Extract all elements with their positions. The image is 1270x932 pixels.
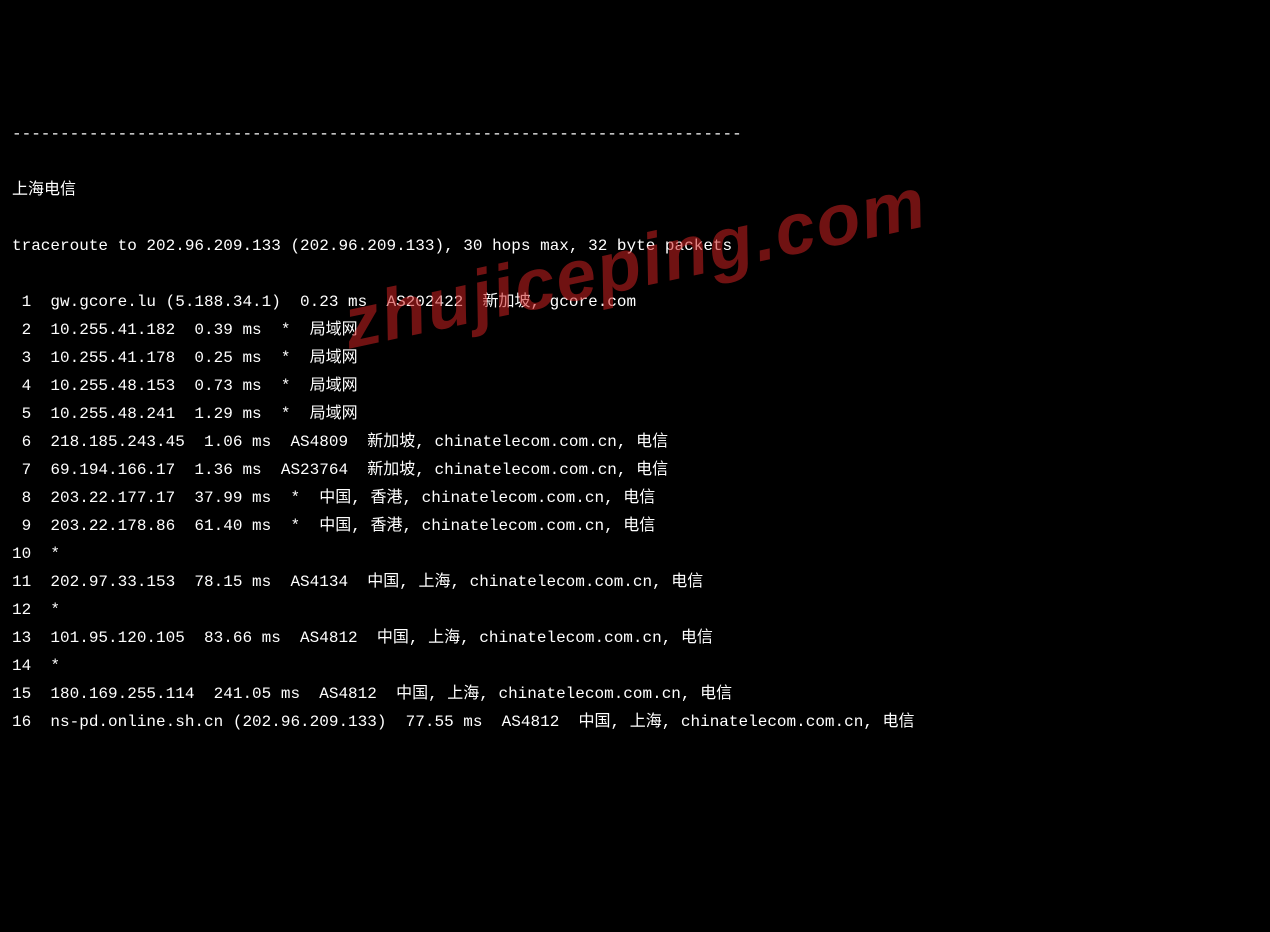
hop-number: 16 bbox=[12, 708, 31, 736]
hop-number: 6 bbox=[12, 428, 31, 456]
hop-number: 12 bbox=[12, 596, 31, 624]
hop-details: 218.185.243.45 1.06 ms AS4809 新加坡, china… bbox=[31, 433, 668, 451]
hop-details: * bbox=[31, 657, 60, 675]
hop-details: 203.22.178.86 61.40 ms * 中国, 香港, chinate… bbox=[31, 517, 655, 535]
hop-row: 14 * bbox=[12, 652, 1258, 680]
hop-details: * bbox=[31, 545, 60, 563]
hop-row: 10 * bbox=[12, 540, 1258, 568]
hop-number: 11 bbox=[12, 568, 31, 596]
divider-line: ----------------------------------------… bbox=[12, 120, 1258, 148]
hop-row: 13 101.95.120.105 83.66 ms AS4812 中国, 上海… bbox=[12, 624, 1258, 652]
hop-details: gw.gcore.lu (5.188.34.1) 0.23 ms AS20242… bbox=[31, 293, 636, 311]
hop-number: 8 bbox=[12, 484, 31, 512]
hop-details: 203.22.177.17 37.99 ms * 中国, 香港, chinate… bbox=[31, 489, 655, 507]
hop-details: 10.255.41.182 0.39 ms * 局域网 bbox=[31, 321, 357, 339]
hop-row: 9 203.22.178.86 61.40 ms * 中国, 香港, china… bbox=[12, 512, 1258, 540]
hop-details: 10.255.48.153 0.73 ms * 局域网 bbox=[31, 377, 357, 395]
hop-row: 3 10.255.41.178 0.25 ms * 局域网 bbox=[12, 344, 1258, 372]
hop-details: 180.169.255.114 241.05 ms AS4812 中国, 上海,… bbox=[31, 685, 732, 703]
hop-row: 11 202.97.33.153 78.15 ms AS4134 中国, 上海,… bbox=[12, 568, 1258, 596]
title-line: 上海电信 bbox=[12, 176, 1258, 204]
hop-row: 16 ns-pd.online.sh.cn (202.96.209.133) 7… bbox=[12, 708, 1258, 736]
hop-details: 202.97.33.153 78.15 ms AS4134 中国, 上海, ch… bbox=[31, 573, 703, 591]
hop-row: 8 203.22.177.17 37.99 ms * 中国, 香港, china… bbox=[12, 484, 1258, 512]
hop-number: 4 bbox=[12, 372, 31, 400]
hop-details: 10.255.48.241 1.29 ms * 局域网 bbox=[31, 405, 357, 423]
hop-details: 69.194.166.17 1.36 ms AS23764 新加坡, china… bbox=[31, 461, 668, 479]
hop-number: 15 bbox=[12, 680, 31, 708]
hop-number: 14 bbox=[12, 652, 31, 680]
hop-number: 7 bbox=[12, 456, 31, 484]
hop-number: 3 bbox=[12, 344, 31, 372]
hop-number: 1 bbox=[12, 288, 31, 316]
hop-row: 4 10.255.48.153 0.73 ms * 局域网 bbox=[12, 372, 1258, 400]
hop-details: 10.255.41.178 0.25 ms * 局域网 bbox=[31, 349, 357, 367]
hop-details: 101.95.120.105 83.66 ms AS4812 中国, 上海, c… bbox=[31, 629, 713, 647]
traceroute-header: traceroute to 202.96.209.133 (202.96.209… bbox=[12, 232, 1258, 260]
hop-details: ns-pd.online.sh.cn (202.96.209.133) 77.5… bbox=[31, 713, 914, 731]
hop-number: 2 bbox=[12, 316, 31, 344]
hop-number: 9 bbox=[12, 512, 31, 540]
hop-number: 13 bbox=[12, 624, 31, 652]
hop-row: 15 180.169.255.114 241.05 ms AS4812 中国, … bbox=[12, 680, 1258, 708]
hop-row: 2 10.255.41.182 0.39 ms * 局域网 bbox=[12, 316, 1258, 344]
hops-list: 1 gw.gcore.lu (5.188.34.1) 0.23 ms AS202… bbox=[12, 288, 1258, 736]
hop-number: 5 bbox=[12, 400, 31, 428]
hop-row: 1 gw.gcore.lu (5.188.34.1) 0.23 ms AS202… bbox=[12, 288, 1258, 316]
hop-number: 10 bbox=[12, 540, 31, 568]
hop-row: 6 218.185.243.45 1.06 ms AS4809 新加坡, chi… bbox=[12, 428, 1258, 456]
hop-details: * bbox=[31, 601, 60, 619]
hop-row: 5 10.255.48.241 1.29 ms * 局域网 bbox=[12, 400, 1258, 428]
hop-row: 12 * bbox=[12, 596, 1258, 624]
hop-row: 7 69.194.166.17 1.36 ms AS23764 新加坡, chi… bbox=[12, 456, 1258, 484]
